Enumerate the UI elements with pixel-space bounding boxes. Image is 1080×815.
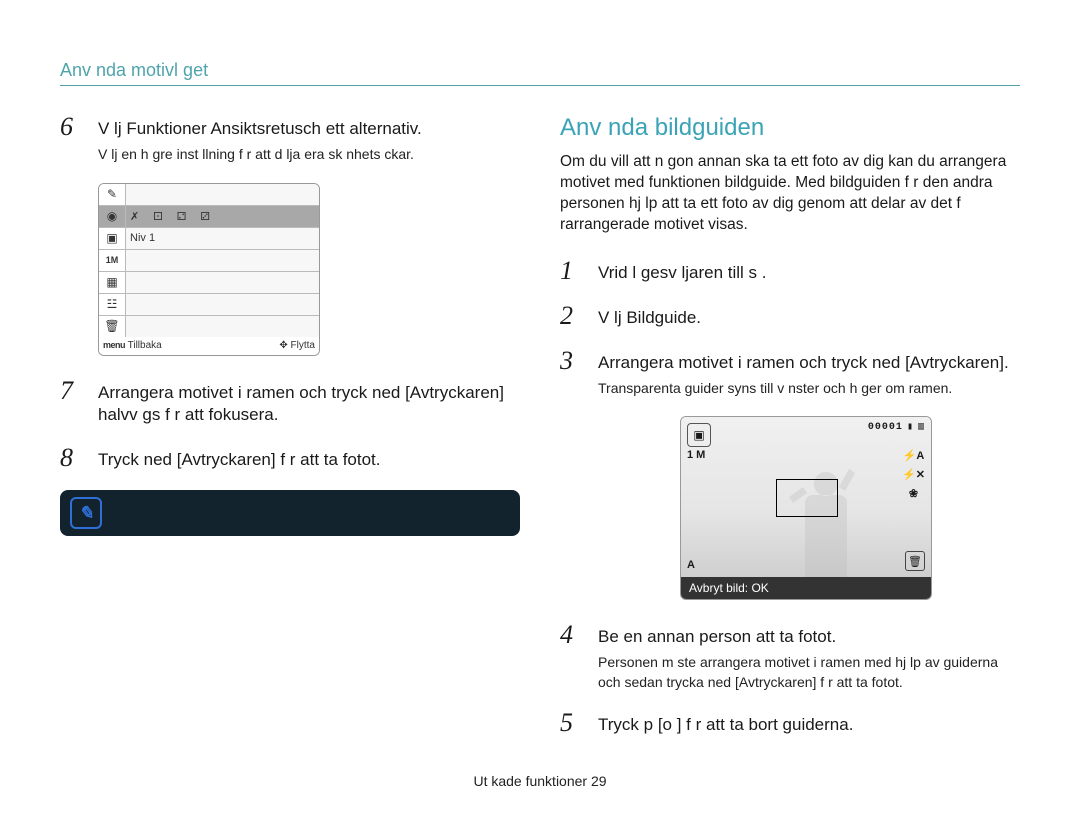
counter-label: 00001 xyxy=(868,422,903,433)
step-number: 2 xyxy=(560,303,588,329)
step-number: 8 xyxy=(60,445,88,471)
step-text: Tryck ned [Avtryckaren] f r att ta fotot… xyxy=(98,449,520,472)
level-label: Niv 1 xyxy=(130,232,155,244)
step-subtext: Personen m ste arrangera motivet i ramen… xyxy=(598,653,1020,692)
storage-icon: ▮ xyxy=(907,421,914,433)
subject-silhouette xyxy=(781,457,871,577)
menu-icon: menu xyxy=(103,340,125,350)
step-text: Be en annan person att ta fotot. xyxy=(598,626,1020,649)
level-off-icon: ✗ xyxy=(130,210,139,223)
step-7: 7 Arrangera motivet i ramen och tryck ne… xyxy=(60,378,520,428)
section-title: Anv nda bildguiden xyxy=(560,114,1020,142)
page-number: 29 xyxy=(591,773,607,789)
flash-icon: ⚡A xyxy=(903,449,925,462)
mode-icon: ▣ xyxy=(687,423,711,447)
step-3: 3 Arrangera motivet i ramen och tryck ne… xyxy=(560,348,1020,399)
flash-off-icon: ⚡✕ xyxy=(902,468,925,481)
delete-icon: 🗑 xyxy=(104,319,119,333)
step-4: 4 Be en annan person att ta fotot. Perso… xyxy=(560,622,1020,692)
step-8: 8 Tryck ned [Avtryckaren] f r att ta fot… xyxy=(60,445,520,472)
liveview-footer: Avbryt bild: OK xyxy=(681,577,931,599)
focus-frame xyxy=(776,479,838,517)
left-column: 6 V lj Funktioner Ansiktsretusch ett alt… xyxy=(60,114,520,755)
footer-section: Ut kade funktioner xyxy=(473,773,587,789)
page-footer: Ut kade funktioner 29 xyxy=(0,773,1080,789)
step-subtext: V lj en h gre inst llning f r att d lja … xyxy=(98,145,520,165)
move-icon: ✥ xyxy=(279,340,287,351)
step-text: Vrid l gesv ljaren till s . xyxy=(598,262,1020,285)
step-text: Arrangera motivet i ramen och tryck ned … xyxy=(598,352,1020,375)
resolution-label: 1 M xyxy=(687,449,705,461)
note-box: ✎ xyxy=(60,490,520,536)
size-icon: 1M xyxy=(106,255,119,265)
quality-icon: ▦ xyxy=(106,275,117,289)
step-6: 6 V lj Funktioner Ansiktsretusch ett alt… xyxy=(60,114,520,165)
step-number: 7 xyxy=(60,378,88,404)
step-1: 1 Vrid l gesv ljaren till s . xyxy=(560,258,1020,285)
note-icon: ✎ xyxy=(70,497,102,529)
step-number: 4 xyxy=(560,622,588,648)
move-label: Flytta xyxy=(291,340,315,351)
back-label: Tillbaka xyxy=(128,340,162,351)
level-3-icon: ⚂ xyxy=(200,210,210,223)
step-number: 6 xyxy=(60,114,88,140)
page-header: Anv nda motivl get xyxy=(60,60,1020,86)
section-intro: Om du vill att n gon annan ska ta ett fo… xyxy=(560,152,1020,236)
step-number: 1 xyxy=(560,258,588,284)
auto-label: A xyxy=(687,559,695,571)
camera-menu-screenshot: ✎ ◉ ✗ ⚀ ⚁ ⚂ ▣ Niv 1 1M xyxy=(98,183,320,356)
step-5: 5 Tryck p [o ] f r att ta bort guiderna. xyxy=(560,710,1020,737)
step-number: 5 xyxy=(560,710,588,736)
step-2: 2 V lj Bildguide. xyxy=(560,303,1020,330)
camera-liveview-screenshot: ▣ 00001 ▮ ▥ ⚡A ⚡✕ ❀ 1 M xyxy=(680,416,932,600)
step-number: 3 xyxy=(560,348,588,374)
level-1-icon: ⚀ xyxy=(153,210,163,223)
portrait-icon: ✎ xyxy=(107,187,117,201)
step-subtext: Transparenta guider syns till v nster oc… xyxy=(598,379,1020,399)
battery-icon: ▥ xyxy=(918,421,925,433)
trash-icon: 🗑 xyxy=(905,551,925,571)
step-text: Arrangera motivet i ramen och tryck ned … xyxy=(98,382,520,428)
step-text: V lj Bildguide. xyxy=(598,307,1020,330)
face-detection-icon: ◉ xyxy=(107,209,117,223)
step-text: Tryck p [o ] f r att ta bort guiderna. xyxy=(598,714,1020,737)
macro-icon: ❀ xyxy=(909,487,918,500)
right-column: Anv nda bildguiden Om du vill att n gon … xyxy=(560,114,1020,755)
voice-icon: ☳ xyxy=(107,297,118,311)
step-text: V lj Funktioner Ansiktsretusch ett alter… xyxy=(98,118,520,141)
focus-icon: ▣ xyxy=(106,231,117,245)
level-2-icon: ⚁ xyxy=(177,210,187,223)
